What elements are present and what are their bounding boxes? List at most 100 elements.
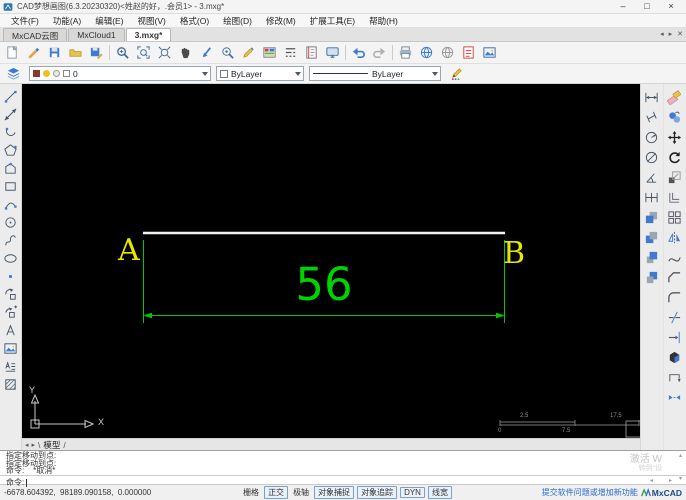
dimension-text[interactable]: 56 <box>244 262 404 307</box>
export-pdf-icon[interactable] <box>458 43 479 63</box>
toggle-栅格[interactable]: 栅格 <box>241 487 261 498</box>
toggle-极轴[interactable]: 极轴 <box>291 487 311 498</box>
line-icon[interactable] <box>1 87 21 105</box>
tab-close-icon[interactable]: ✕ <box>677 30 683 38</box>
menu-item[interactable]: 绘图(D) <box>216 15 259 27</box>
toggle-线宽[interactable]: 线宽 <box>427 486 452 499</box>
diameter-dimension-icon[interactable] <box>642 147 662 167</box>
mirror-icon[interactable] <box>665 227 685 247</box>
web-settings-icon[interactable] <box>437 43 458 63</box>
menu-item[interactable]: 文件(F) <box>4 15 46 27</box>
menu-item[interactable]: 修改(M) <box>259 15 303 27</box>
spline-icon[interactable] <box>1 231 21 249</box>
draw-order-front-icon[interactable] <box>642 207 662 227</box>
open-folder-icon[interactable] <box>65 43 86 63</box>
rectangle-icon[interactable] <box>1 177 21 195</box>
text-style-icon[interactable] <box>301 43 322 63</box>
draw-order-below-icon[interactable] <box>642 267 662 287</box>
copy-icon[interactable] <box>665 107 685 127</box>
zoom-extents-icon[interactable] <box>154 43 175 63</box>
insert-block-icon[interactable] <box>1 285 21 303</box>
menu-item[interactable]: 扩展工具(E) <box>303 15 362 27</box>
scale-icon[interactable] <box>665 167 685 187</box>
menu-item[interactable]: 视图(V) <box>131 15 173 27</box>
undo-icon[interactable] <box>348 43 369 63</box>
model-tab[interactable]: 模型 <box>43 439 60 451</box>
zoom-in-icon[interactable] <box>112 43 133 63</box>
zoom-object-icon[interactable] <box>217 43 238 63</box>
menu-item[interactable]: 编辑(E) <box>88 15 130 27</box>
find-icon[interactable] <box>238 43 259 63</box>
command-input[interactable]: 命令: <box>6 477 28 488</box>
tab-next-icon[interactable]: ▸ <box>669 30 673 38</box>
command-vertical-scrollbar[interactable]: ▴ ▾ <box>676 452 685 482</box>
layer-on-icon[interactable] <box>43 70 50 77</box>
extend-icon[interactable] <box>665 327 685 347</box>
arc-3-point-icon[interactable] <box>1 195 21 213</box>
print-icon[interactable] <box>395 43 416 63</box>
zoom-previous-icon[interactable] <box>196 43 217 63</box>
hatch-icon[interactable] <box>1 375 21 393</box>
layer-manager-icon[interactable] <box>259 43 280 63</box>
layer-lock-icon[interactable] <box>53 70 60 77</box>
insert-image-icon[interactable] <box>479 43 500 63</box>
linetype-select[interactable]: ByLayer <box>309 66 441 81</box>
join-icon[interactable] <box>665 387 685 407</box>
point-icon[interactable] <box>1 267 21 285</box>
polygon-icon[interactable] <box>1 141 21 159</box>
save-as-icon[interactable] <box>86 43 107 63</box>
doc-tab-3.mxg*[interactable]: 3.mxg* <box>125 28 172 41</box>
radius-dimension-icon[interactable] <box>642 127 662 147</box>
redo-icon[interactable] <box>369 43 390 63</box>
trim-icon[interactable] <box>665 307 685 327</box>
maximize-button[interactable]: □ <box>635 0 659 13</box>
layer-freeze-icon[interactable] <box>33 70 40 77</box>
linetype-manager-icon[interactable] <box>280 43 301 63</box>
scroll-up-icon[interactable]: ▴ <box>679 452 682 459</box>
edit-polyline-icon[interactable] <box>665 367 685 387</box>
toggle-对象捕捉[interactable]: 对象捕捉 <box>314 486 355 499</box>
scroll-right-icon[interactable]: ▸ <box>669 477 672 484</box>
point-label-a[interactable]: A <box>118 236 140 266</box>
continue-dimension-icon[interactable] <box>642 187 662 207</box>
toggle-对象追踪[interactable]: 对象追踪 <box>357 486 398 499</box>
point-label-b[interactable]: B <box>503 239 525 269</box>
offset-icon[interactable] <box>665 187 685 207</box>
doc-tab-MxCloud1[interactable]: MxCloud1 <box>68 28 125 41</box>
strip-next-icon[interactable]: ▸ <box>32 441 36 449</box>
rotate-icon[interactable] <box>665 147 685 167</box>
scroll-down-icon[interactable]: ▾ <box>679 475 682 482</box>
minimize-button[interactable]: – <box>611 0 635 13</box>
toggle-正交[interactable]: 正交 <box>264 486 289 499</box>
draw-order-above-icon[interactable] <box>642 247 662 267</box>
circle-icon[interactable] <box>1 213 21 231</box>
zoom-window-icon[interactable] <box>133 43 154 63</box>
publish-web-icon[interactable] <box>416 43 437 63</box>
text-icon[interactable] <box>1 321 21 339</box>
menu-item[interactable]: 格式(O) <box>173 15 216 27</box>
chamfer-icon[interactable] <box>665 267 685 287</box>
layer-color-icon[interactable] <box>63 70 70 77</box>
linear-dimension-icon[interactable] <box>642 87 662 107</box>
feedback-link[interactable]: 提交软件问题或增加新功能 <box>542 487 638 498</box>
draw-color-icon[interactable] <box>446 64 467 84</box>
doc-tab-MxCAD云图[interactable]: MxCAD云图 <box>3 28 68 41</box>
angular-dimension-icon[interactable] <box>642 167 662 187</box>
display-options-icon[interactable] <box>322 43 343 63</box>
layers-icon[interactable] <box>3 64 24 84</box>
mtext-icon[interactable] <box>1 357 21 375</box>
drawing-canvas[interactable]: A B 56 Y X 2.5 17.5 0 7.5 <box>22 84 640 438</box>
command-horizontal-scrollbar[interactable]: ◂ ▸ <box>650 477 672 484</box>
ellipse-icon[interactable] <box>1 249 21 267</box>
scroll-left-icon[interactable]: ◂ <box>650 477 653 484</box>
arc-icon[interactable] <box>1 123 21 141</box>
new-file-icon[interactable] <box>2 43 23 63</box>
menu-item[interactable]: 功能(A) <box>46 15 88 27</box>
layer-select[interactable]: 0 <box>29 66 211 81</box>
draw-order-back-icon[interactable] <box>642 227 662 247</box>
move-icon[interactable] <box>665 127 685 147</box>
color-select[interactable]: ByLayer <box>216 66 304 81</box>
pan-icon[interactable] <box>175 43 196 63</box>
close-button[interactable]: × <box>659 0 683 13</box>
menu-item[interactable]: 帮助(H) <box>362 15 405 27</box>
